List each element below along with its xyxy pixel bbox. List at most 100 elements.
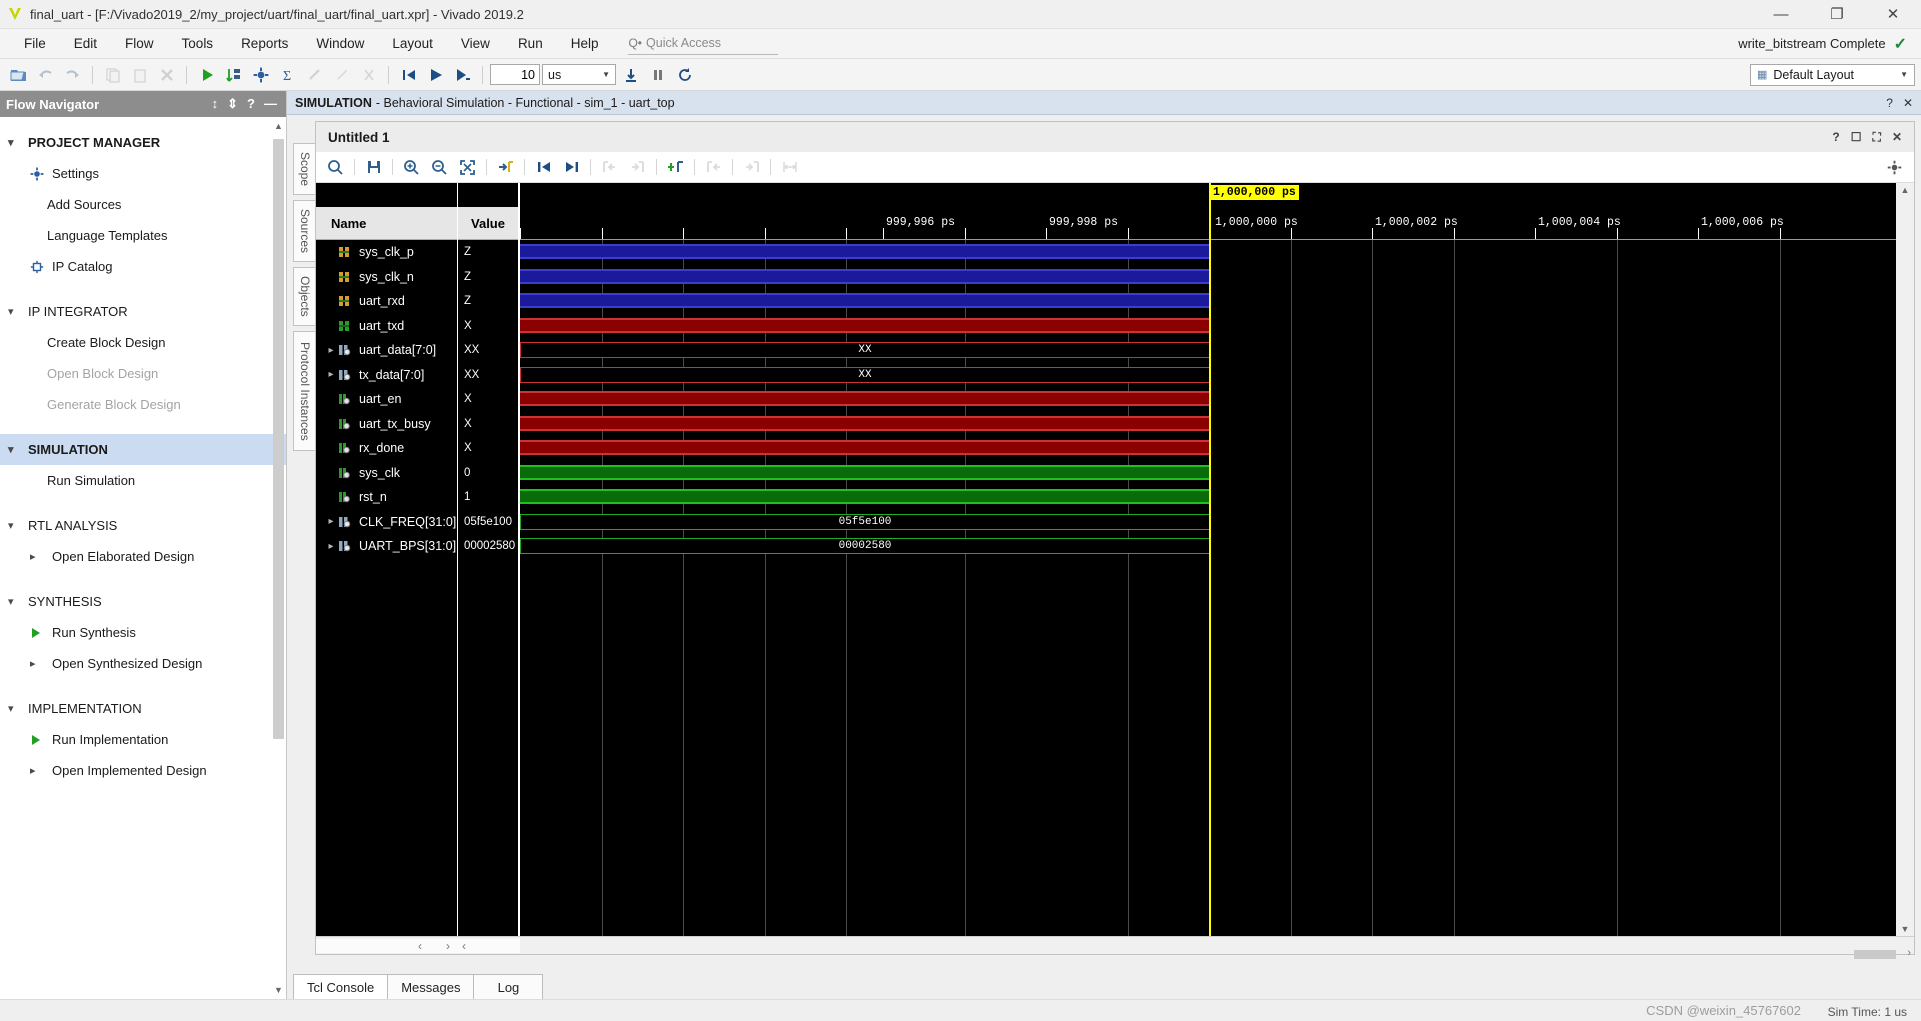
copy-icon[interactable] — [100, 62, 125, 87]
maximize-button[interactable]: ❐ — [1809, 0, 1865, 29]
run-icon[interactable] — [194, 62, 219, 87]
sidebar-scrollbar[interactable]: ▲ ▼ — [273, 121, 284, 995]
menu-window[interactable]: Window — [302, 31, 378, 56]
sidebar-item-open-implemented-design[interactable]: ▸ Open Implemented Design — [0, 755, 286, 786]
tab-messages[interactable]: Messages — [387, 974, 475, 999]
signal-row[interactable]: ▸uart_en — [316, 387, 457, 412]
sidebar-item-settings[interactable]: Settings — [0, 158, 286, 189]
section-rtl-analysis[interactable]: ▾ RTL ANALYSIS — [0, 510, 286, 541]
restart-sim-icon[interactable] — [396, 62, 421, 87]
scroll-left-icon[interactable]: ‹ — [418, 939, 422, 953]
section-ip-integrator[interactable]: ▾ IP INTEGRATOR — [0, 296, 286, 327]
menu-run[interactable]: Run — [504, 31, 557, 56]
run-all-icon[interactable] — [221, 62, 246, 87]
quick-access-search[interactable]: Q• Quick Access — [628, 33, 779, 55]
expand-icon[interactable]: ▸ — [324, 345, 338, 356]
edit-icon[interactable] — [329, 62, 354, 87]
tab-tcl-console[interactable]: Tcl Console — [293, 974, 389, 999]
paste-icon[interactable] — [127, 62, 152, 87]
sidebar-item-ip-catalog[interactable]: IP Catalog — [0, 251, 286, 282]
expand-icon[interactable]: ▸ — [324, 516, 338, 527]
sidebar-item-add-sources[interactable]: Add Sources — [0, 189, 286, 220]
run-sim-icon[interactable] — [423, 62, 448, 87]
signal-row[interactable]: ▸sys_clk_p — [316, 240, 457, 265]
run-all-time-icon[interactable] — [618, 62, 643, 87]
sidebar-item-run-implementation[interactable]: Run Implementation — [0, 724, 286, 755]
search-icon[interactable] — [322, 155, 349, 179]
open-project-icon[interactable] — [6, 62, 31, 87]
run-time-unit-select[interactable]: us ▼ — [542, 64, 616, 85]
scroll-down-icon[interactable]: ▼ — [1901, 924, 1910, 934]
close-icon[interactable]: ✕ — [1903, 96, 1913, 110]
delete-icon[interactable] — [154, 62, 179, 87]
run-time-input[interactable] — [490, 64, 540, 85]
scroll-up-icon[interactable]: ▲ — [1901, 185, 1910, 195]
expand-all-icon[interactable]: ⇕ — [227, 96, 238, 112]
settings-gear-icon[interactable] — [248, 62, 273, 87]
next-transition-icon[interactable] — [558, 155, 585, 179]
signal-row[interactable]: ▸uart_rxd — [316, 289, 457, 314]
zoom-out-icon[interactable] — [426, 155, 453, 179]
help-icon[interactable]: ? — [247, 96, 255, 112]
time-ruler[interactable]: 1,000,000 ps 999,996 ps 999,998 ps 1,000… — [520, 183, 1896, 240]
scroll-down-icon[interactable]: ▼ — [273, 985, 284, 995]
validate-icon[interactable] — [302, 62, 327, 87]
relaunch-sim-icon[interactable] — [672, 62, 697, 87]
move-marker-right-icon[interactable] — [624, 155, 651, 179]
tab-protocol-instances[interactable]: Protocol Instances — [293, 330, 315, 452]
scroll-right-icon[interactable]: › — [446, 939, 450, 953]
menu-help[interactable]: Help — [557, 31, 613, 56]
signal-row[interactable]: ▸ tx_data[7:0] — [316, 363, 457, 388]
sidebar-item-open-elaborated-design[interactable]: ▸ Open Elaborated Design — [0, 541, 286, 572]
collapse-all-icon[interactable]: ↕ — [212, 96, 219, 112]
sigma-icon[interactable]: Σ — [275, 62, 300, 87]
move-marker-left-icon[interactable] — [596, 155, 623, 179]
tab-objects[interactable]: Objects — [293, 267, 315, 326]
time-cursor[interactable] — [1209, 183, 1211, 936]
menu-edit[interactable]: Edit — [60, 31, 111, 56]
section-project-manager[interactable]: ▾ PROJECT MANAGER — [0, 127, 286, 158]
sidebar-item-open-block-design[interactable]: Open Block Design — [0, 358, 286, 389]
menu-reports[interactable]: Reports — [227, 31, 302, 56]
next-marker-icon[interactable] — [738, 155, 765, 179]
signal-row[interactable]: ▸ uart_data[7:0] — [316, 338, 457, 363]
tab-sources[interactable]: Sources — [293, 200, 315, 263]
signal-row[interactable]: ▸ UART_BPS[31:0] — [316, 534, 457, 559]
menu-tools[interactable]: Tools — [168, 31, 228, 56]
pause-sim-icon[interactable] — [645, 62, 670, 87]
minimize-button[interactable]: — — [1753, 0, 1809, 29]
scroll-up-icon[interactable]: ▲ — [273, 121, 284, 131]
previous-transition-icon[interactable] — [530, 155, 557, 179]
section-implementation[interactable]: ▾ IMPLEMENTATION — [0, 693, 286, 724]
sidebar-item-create-block-design[interactable]: Create Block Design — [0, 327, 286, 358]
sidebar-item-open-synthesized-design[interactable]: ▸ Open Synthesized Design — [0, 648, 286, 679]
waveform-vertical-scrollbar[interactable]: ▲ ▼ — [1896, 183, 1914, 936]
menu-view[interactable]: View — [447, 31, 504, 56]
maximize-icon[interactable]: ⛶ — [1873, 130, 1881, 145]
section-simulation[interactable]: ▾ SIMULATION — [0, 434, 286, 465]
zoom-in-icon[interactable] — [398, 155, 425, 179]
previous-marker-icon[interactable] — [700, 155, 727, 179]
restore-icon[interactable]: ☐ — [1851, 130, 1862, 145]
signal-row[interactable]: ▸uart_tx_busy — [316, 412, 457, 437]
waveform-settings-gear-icon[interactable] — [1881, 155, 1908, 179]
menu-layout[interactable]: Layout — [378, 31, 447, 56]
help-icon[interactable]: ? — [1832, 130, 1839, 145]
expand-icon[interactable]: ▸ — [324, 541, 338, 552]
signal-row[interactable]: ▸rst_n — [316, 485, 457, 510]
scroll-left-icon[interactable]: ‹ — [462, 939, 466, 953]
menu-file[interactable]: File — [10, 31, 60, 56]
save-icon[interactable] — [360, 155, 387, 179]
zoom-fit-icon[interactable] — [454, 155, 481, 179]
menu-flow[interactable]: Flow — [111, 31, 168, 56]
expand-icon[interactable]: ▸ — [324, 369, 338, 380]
tab-scope[interactable]: Scope — [293, 143, 315, 196]
goto-cursor-icon[interactable] — [492, 155, 519, 179]
measure-distance-icon[interactable] — [776, 155, 803, 179]
close-button[interactable]: ✕ — [1865, 0, 1921, 29]
minimize-panel-icon[interactable]: — — [264, 96, 277, 112]
close-icon[interactable]: ✕ — [1892, 130, 1902, 145]
section-synthesis[interactable]: ▾ SYNTHESIS — [0, 586, 286, 617]
signal-row[interactable]: ▸uart_txd — [316, 314, 457, 339]
tab-log[interactable]: Log — [473, 974, 544, 999]
